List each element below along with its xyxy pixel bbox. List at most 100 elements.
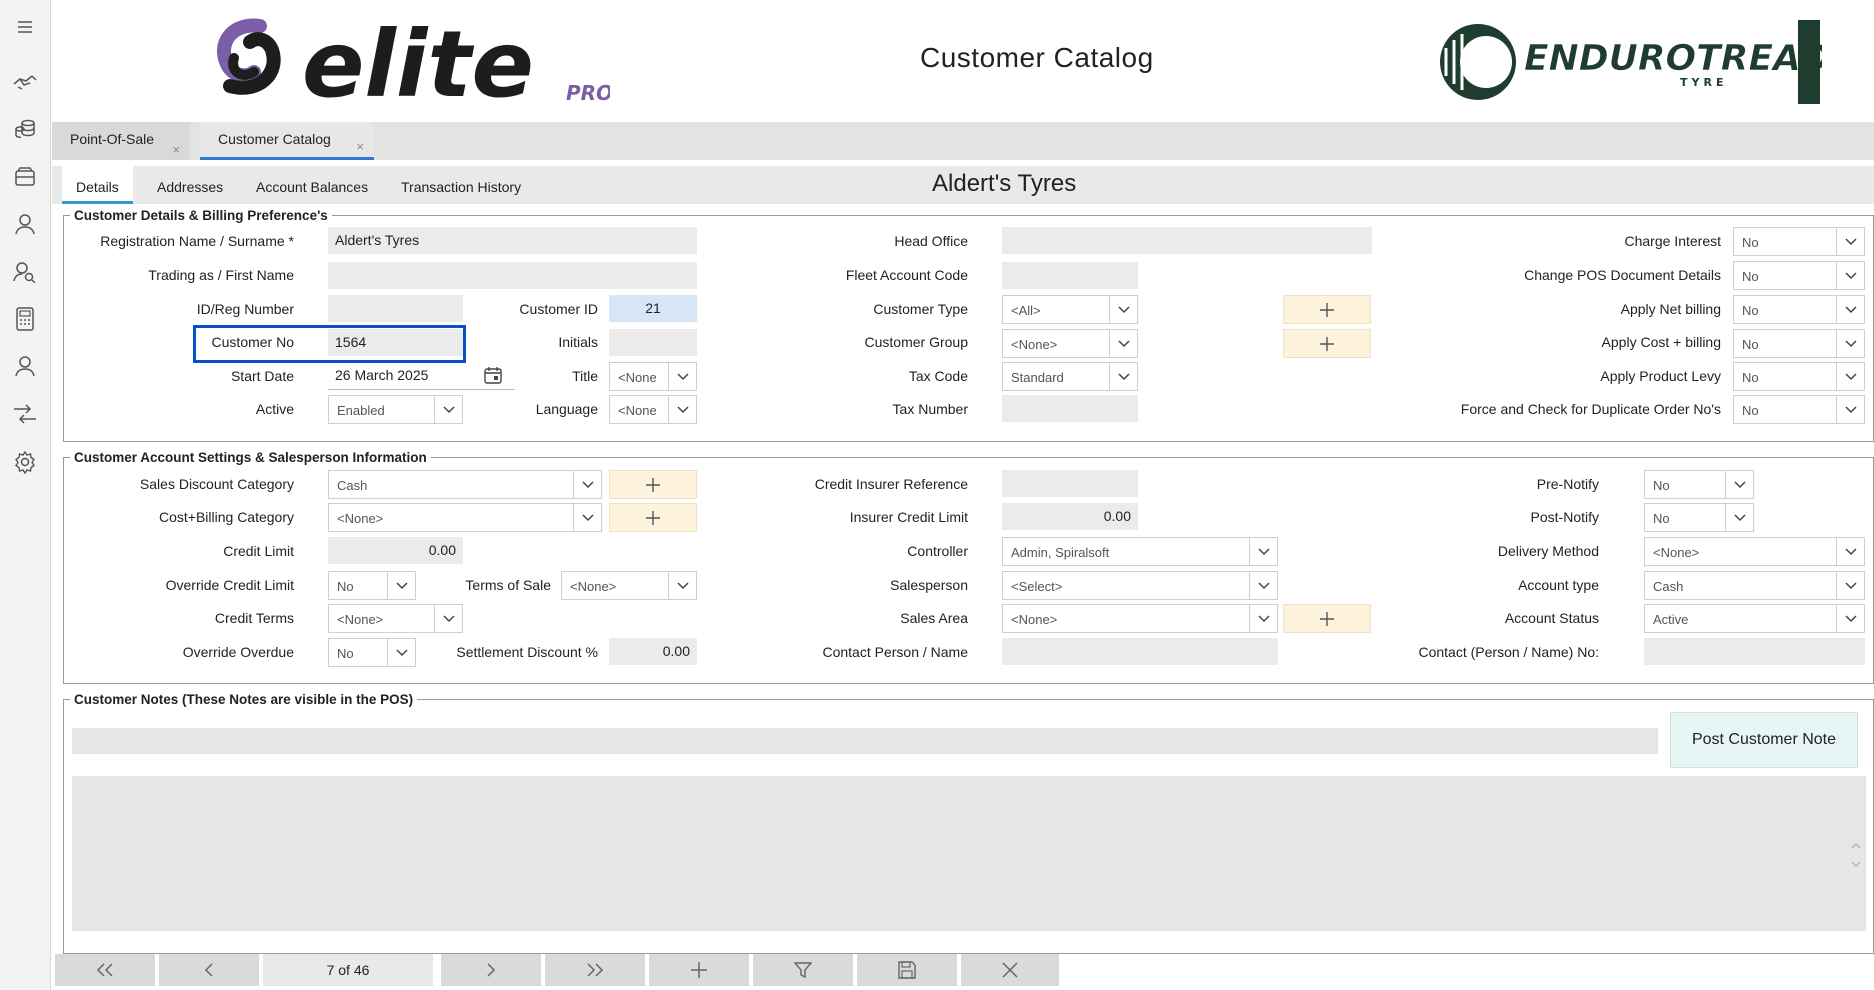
cost-billing-label: Cost+Billing Category [158,509,294,525]
force-check-dropdown[interactable]: No [1733,395,1865,424]
customer-no-field[interactable]: 1564 [328,329,463,356]
tab-addresses[interactable]: Addresses [157,179,223,195]
tab-point-of-sale[interactable]: Point-Of-Sale × [52,122,190,160]
controller-dropdown[interactable]: Admin, Spiralsoft [1002,537,1278,566]
account-status-dropdown[interactable]: Active [1644,604,1865,633]
menu-icon[interactable] [11,13,39,41]
notes-list[interactable] [72,776,1866,931]
apply-cost-dropdown[interactable]: No [1733,329,1865,358]
chevron-left-icon [204,963,213,977]
filter-button[interactable] [753,954,853,986]
post-customer-note-button[interactable]: Post Customer Note [1670,712,1858,768]
dropdown-value: No [1653,478,1670,493]
start-date-label: Start Date [230,368,294,384]
settlement-field[interactable]: 0.00 [609,638,697,665]
contact-person-field[interactable] [1002,638,1278,665]
add-customer-group-button[interactable] [1283,329,1371,358]
charge-interest-dropdown[interactable]: No [1733,227,1865,256]
tab-customer-catalog[interactable]: Customer Catalog × [200,122,374,160]
note-input[interactable] [72,728,1658,754]
previous-record-button[interactable] [159,954,259,986]
apply-net-dropdown[interactable]: No [1733,295,1865,324]
last-record-button[interactable] [545,954,645,986]
trading-as-field[interactable] [328,262,697,289]
plus-icon [691,962,707,978]
sales-area-dropdown[interactable]: <None> [1002,604,1278,633]
calendar-icon[interactable] [484,366,504,386]
override-overdue-dropdown[interactable]: No [328,638,416,667]
handshake-icon[interactable] [11,67,39,95]
cost-billing-dropdown[interactable]: <None> [328,503,602,532]
account-type-dropdown[interactable]: Cash [1644,571,1865,600]
credit-insurer-field[interactable] [1002,470,1138,497]
credit-limit-field[interactable]: 0.00 [328,537,463,564]
tab-transaction-history[interactable]: Transaction History [401,179,521,195]
change-pos-dropdown[interactable]: No [1733,261,1865,290]
customer-no-label: Customer No [211,334,294,350]
add-cost-billing-button[interactable] [609,503,697,532]
head-office-label: Head Office [894,233,968,249]
customer-group-dropdown[interactable]: <None> [1002,329,1138,358]
customer-type-dropdown[interactable]: <All> [1002,295,1138,324]
contact-no-field[interactable] [1644,638,1865,665]
controller-label: Controller [907,543,968,559]
registration-name-field[interactable]: Aldert's Tyres [328,227,697,254]
language-label: Language [535,401,598,417]
chevron-down-icon [1836,605,1864,632]
tab-account-balances[interactable]: Account Balances [256,179,368,195]
add-sales-area-button[interactable] [1283,604,1371,633]
post-notify-dropdown[interactable]: No [1644,503,1754,532]
pre-notify-dropdown[interactable]: No [1644,470,1754,499]
transfer-icon[interactable] [11,400,39,428]
record-navigation-bar: 7 of 46 [55,954,1059,988]
calculator-icon[interactable] [11,305,39,333]
tax-code-dropdown[interactable]: Standard [1002,362,1138,391]
initials-field[interactable] [609,329,697,356]
tab-label: Point-Of-Sale [70,131,155,147]
title-dropdown[interactable]: <None [609,362,697,391]
credit-limit-label: Credit Limit [223,543,294,559]
person-icon[interactable] [11,352,39,380]
header: elite PRO Customer Catalog ENDUROTREAD T… [52,0,1874,122]
register-icon[interactable] [11,163,39,191]
apply-levy-dropdown[interactable]: No [1733,362,1865,391]
section-legend: Customer Notes (These Notes are visible … [74,692,414,707]
scroll-arrows-icon[interactable] [1850,840,1862,870]
dropdown-value: Cash [337,478,368,493]
coins-icon[interactable] [11,115,39,143]
cancel-button[interactable] [961,954,1059,986]
add-record-button[interactable] [649,954,749,986]
head-office-field[interactable] [1002,227,1372,254]
sales-discount-dropdown[interactable]: Cash [328,470,602,499]
chevron-down-icon [668,572,696,599]
close-icon[interactable]: × [172,142,180,157]
insurer-limit-field[interactable]: 0.00 [1002,503,1138,530]
gear-icon[interactable] [11,448,39,476]
next-record-button[interactable] [441,954,541,986]
chevron-right-icon [487,963,496,977]
credit-terms-dropdown[interactable]: <None> [328,604,463,633]
close-icon[interactable]: × [356,139,364,154]
active-dropdown[interactable]: Enabled [328,395,463,424]
first-record-button[interactable] [55,954,155,986]
salesperson-dropdown[interactable]: <Select> [1002,571,1278,600]
chevron-down-icon [573,504,601,531]
delivery-method-dropdown[interactable]: <None> [1644,537,1865,566]
user-search-icon[interactable] [11,258,39,286]
fleet-account-field[interactable] [1002,262,1138,289]
credit-terms-label: Credit Terms [214,610,294,626]
add-sales-discount-button[interactable] [609,470,697,499]
contact-no-label: Contact (Person / Name) No: [1418,644,1599,660]
override-credit-dropdown[interactable]: No [328,571,416,600]
user-icon[interactable] [11,210,39,238]
id-reg-field[interactable] [328,295,463,322]
language-dropdown[interactable]: <None [609,395,697,424]
tab-details[interactable]: Details [62,166,133,204]
terms-of-sale-dropdown[interactable]: <None> [561,571,697,600]
terms-of-sale-label: Terms of Sale [465,577,551,593]
dropdown-value: No [1742,303,1759,318]
save-button[interactable] [857,954,957,986]
add-customer-type-button[interactable] [1283,295,1371,324]
chevron-down-icon [1249,572,1277,599]
tax-number-field[interactable] [1002,395,1138,422]
